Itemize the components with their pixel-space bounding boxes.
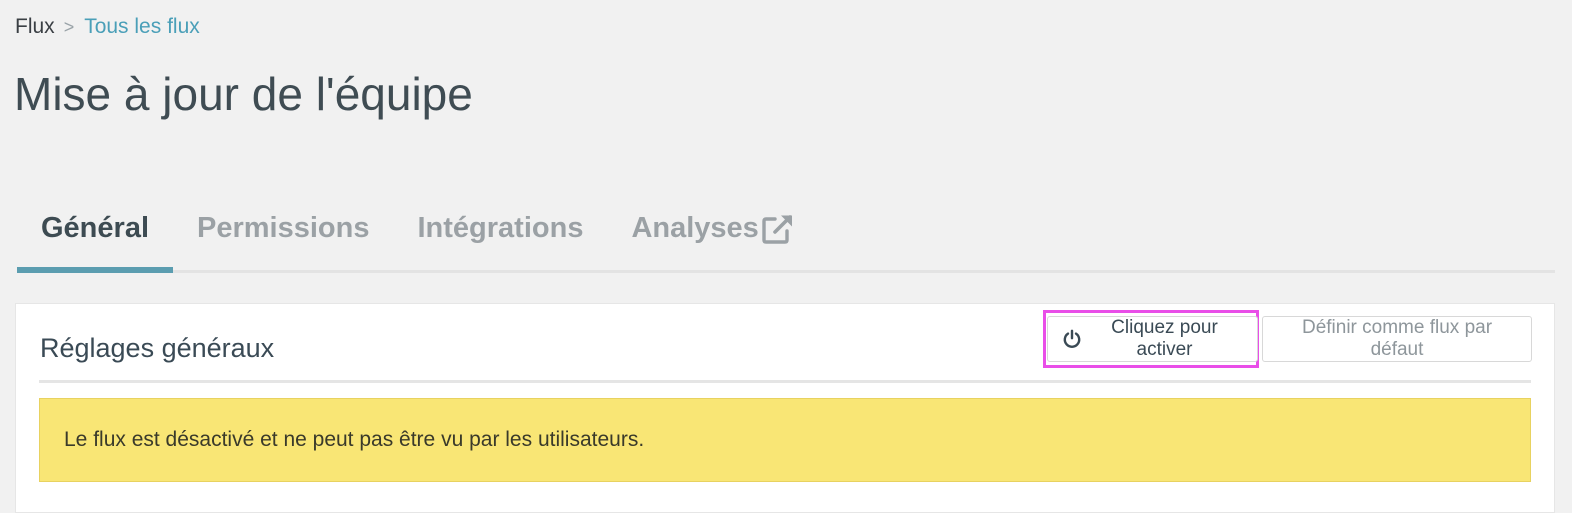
- breadcrumb-root[interactable]: Flux: [15, 12, 55, 42]
- external-link-icon: [761, 213, 795, 253]
- tab-general-label: Général: [41, 212, 149, 244]
- set-default-flow-label: Définir comme flux par défaut: [1301, 317, 1493, 360]
- tab-permissions-label: Permissions: [197, 212, 370, 244]
- tab-bar: Général Permissions Intégrations Analyse…: [17, 200, 1555, 273]
- power-icon: [1062, 329, 1082, 349]
- alert-text: Le flux est désactivé et ne peut pas êtr…: [64, 428, 645, 451]
- tab-general[interactable]: Général: [17, 200, 173, 273]
- flow-disabled-alert: Le flux est désactivé et ne peut pas êtr…: [39, 398, 1531, 482]
- tab-analytics-label: Analyses: [631, 212, 759, 244]
- page-title: Mise à jour de l'équipe: [14, 68, 473, 120]
- tab-integrations-label: Intégrations: [417, 212, 584, 244]
- breadcrumb-all-flows-link[interactable]: Tous les flux: [84, 12, 200, 42]
- breadcrumb: Flux > Tous les flux: [15, 12, 200, 42]
- tab-integrations[interactable]: Intégrations: [393, 200, 607, 270]
- panel-title: Réglages généraux: [40, 333, 275, 363]
- tab-analytics[interactable]: Analyses: [607, 200, 818, 270]
- activate-button-label: Cliquez pour activer: [1111, 317, 1218, 360]
- general-settings-panel: Réglages généraux Cliquez pour activer D…: [15, 303, 1555, 513]
- activate-button[interactable]: Cliquez pour activer: [1047, 316, 1258, 362]
- breadcrumb-separator: >: [63, 17, 75, 37]
- tab-permissions[interactable]: Permissions: [173, 200, 393, 270]
- set-default-flow-button[interactable]: Définir comme flux par défaut: [1262, 316, 1532, 362]
- panel-divider: [39, 380, 1531, 383]
